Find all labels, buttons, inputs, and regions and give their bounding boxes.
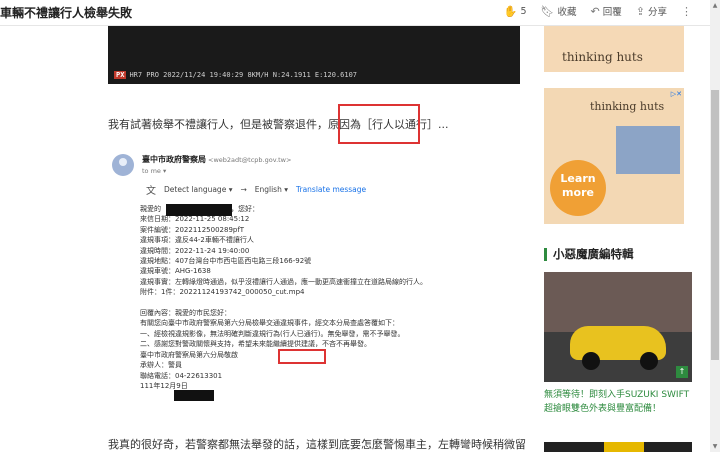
highlight-box <box>278 349 326 364</box>
ad-text: thinking huts <box>562 50 643 64</box>
section-title: 小惡魔廣編特輯 <box>553 247 634 261</box>
email-line: 違規車號：AHG-1638 <box>140 267 211 276</box>
sender-name: 臺中市政府警察局 <box>142 155 206 164</box>
hand-icon: ✋ <box>503 4 518 18</box>
more-vertical-icon: ⋮ <box>681 4 692 18</box>
email-screenshot: 臺中市政府警察局 <web2adt@tcpb.gov.tw> to me ▾ 文 … <box>108 148 528 418</box>
sender-address: <web2adt@tcpb.gov.tw> <box>208 156 292 164</box>
ad-choices-icon[interactable]: ▷✕ <box>671 90 682 98</box>
email-line: 違規事實：左轉綠燈時通過，似乎沒禮讓行人通過，應一動更高速衝撞立在道路局線的行人… <box>140 277 427 286</box>
email-line: 承辦人：警員 <box>140 361 182 370</box>
email-line: 違規地點：407台灣台中市西屯區西屯路三段166-92號 <box>140 257 312 266</box>
video-stamp-badge: PX <box>114 71 127 79</box>
scroll-down-icon[interactable]: ▼ <box>710 443 720 450</box>
email-line: 臺中市政府警察局第六分局敬啟 <box>140 350 238 359</box>
redaction-bar <box>174 390 214 401</box>
email-line: 附件：1件：20221124193742_000050_cut.mp4 <box>140 288 305 297</box>
ad-banner-top[interactable]: thinking huts <box>544 26 684 72</box>
save-label: 收藏 <box>557 7 577 18</box>
share-button[interactable]: ⇪ 分享 <box>635 4 667 19</box>
page: 車輛不禮讓行人檢舉失敗 ✋ 5 🔖︎ 收藏 ↶ 回覆 ⇪ 分享 ⋮ PX HR7… <box>0 0 720 452</box>
email-line: 案件編號：2022112500289pfT <box>140 225 245 234</box>
learn-more-button[interactable]: Learn more <box>550 160 606 216</box>
scrollbar-thumb[interactable] <box>711 90 719 360</box>
dashcam-video[interactable]: PX HR7 PRO 2022/11/24 19:40:29 8KM/H N:24… <box>108 26 520 84</box>
promo-image[interactable]: ↑ <box>544 272 692 382</box>
translate-bar: 文 Detect language ▾ → English ▾ Translat… <box>146 182 366 197</box>
article-body: PX HR7 PRO 2022/11/24 19:40:29 8KM/H N:24… <box>0 26 540 452</box>
ad-banner[interactable]: ▷✕ thinking huts Learn more <box>544 88 684 224</box>
graffiti-wall <box>544 272 692 332</box>
ad-text: thinking huts <box>590 100 665 113</box>
email-recipient: to me ▾ <box>142 167 167 175</box>
arrow-right-icon: → <box>240 185 247 194</box>
bookmark-icon: 🔖︎ <box>540 4 555 18</box>
share-label: 分享 <box>647 7 667 18</box>
email-line: 一、經檢視違規影像，無法明確判斷違規行為(行人已通行)。無免舉發，需不予舉發。 <box>140 329 405 338</box>
save-button[interactable]: 🔖︎ 收藏 <box>540 4 577 19</box>
scroll-up-icon[interactable]: ▲ <box>710 2 720 9</box>
email-line <box>140 298 520 308</box>
email-line: 違規事項：違反44-2車輛不禮讓行人 <box>140 236 254 245</box>
video-stamp-text: HR7 PRO 2022/11/24 19:40:29 8KM/H N:24.1… <box>129 71 358 79</box>
more-button[interactable]: ⋮ <box>681 4 692 18</box>
avatar <box>112 154 134 176</box>
top-bar: 車輛不禮讓行人檢舉失敗 ✋ 5 🔖︎ 收藏 ↶ 回覆 ⇪ 分享 ⋮ <box>0 0 710 26</box>
promo-caption-link[interactable]: 無須等待！即刻入手SUZUKI SWIFT超搶眼雙色外表與豐富配備！ <box>544 388 694 416</box>
ad-banner-bottom[interactable] <box>544 442 692 452</box>
post-actions: ✋ 5 🔖︎ 收藏 ↶ 回覆 ⇪ 分享 ⋮ <box>504 4 692 19</box>
wheel <box>640 352 658 370</box>
section-accent <box>544 247 547 261</box>
highlight-box <box>338 104 420 144</box>
email-sender: 臺中市政府警察局 <web2adt@tcpb.gov.tw> <box>142 154 291 165</box>
scrollbar[interactable]: ▲ ▼ <box>710 0 720 452</box>
article-paragraph-1: 我有試著檢舉不禮讓行人，但是被警察退件，原因為［行人以通行］... <box>108 118 449 131</box>
ad-photo <box>616 126 680 174</box>
email-line: 違規時間：2022-11-24 19:40:00 <box>140 246 250 255</box>
translate-message-link: Translate message <box>296 185 367 194</box>
email-line: 有關您向臺中市政府警察局第六分局檢舉交通違規事件，經交本分局查處答覆如下： <box>140 319 399 328</box>
section-header: 小惡魔廣編特輯 <box>544 246 634 262</box>
share-icon: ⇪ <box>635 4 645 18</box>
page-title: 車輛不禮讓行人檢舉失敗 <box>0 6 133 20</box>
reply-icon: ↶ <box>590 4 600 18</box>
scroll-top-button[interactable]: ↑ <box>676 366 688 378</box>
email-line: 聯絡電話：04-22613301 <box>140 371 223 380</box>
redaction-bar <box>166 204 232 216</box>
reply-label: 回覆 <box>602 7 622 18</box>
detect-language: Detect language ▾ <box>164 185 233 194</box>
article-paragraph-2: 我真的很好奇，若警察都無法舉發的話，這樣到底要怎麼警惕車主，左轉彎時候稍微留意一… <box>108 438 526 451</box>
reply-button[interactable]: ↶ 回覆 <box>590 4 622 19</box>
target-language: English ▾ <box>254 185 288 194</box>
sidebar: thinking huts ▷✕ thinking huts Learn mor… <box>540 26 710 452</box>
email-line: 二、感謝您對警政關懷與支持，希望未來能繼續提供建議，不吝不再舉發。 <box>140 340 371 349</box>
email-body: 親愛的 ，您好： 來信日期：2022-11-25 08:45:12 案件編號：20… <box>140 204 520 391</box>
wheel <box>582 352 600 370</box>
like-button[interactable]: ✋ 5 <box>504 4 527 18</box>
email-line: 回覆內容：親愛的市民您好： <box>140 309 231 318</box>
video-timestamp: PX HR7 PRO 2022/11/24 19:40:29 8KM/H N:24… <box>114 71 357 79</box>
like-count: 5 <box>520 5 527 17</box>
translate-icon: 文 <box>146 186 156 197</box>
